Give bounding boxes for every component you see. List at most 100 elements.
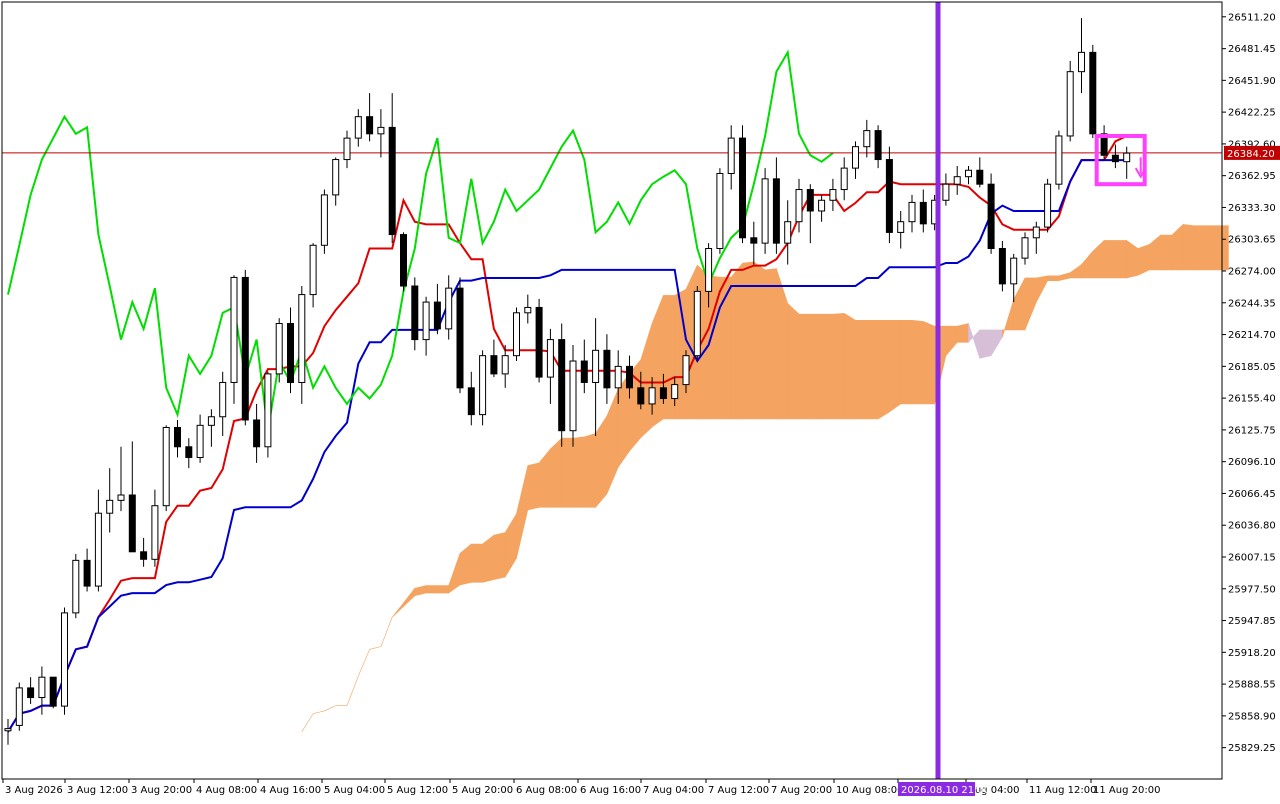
candle-body: [671, 384, 679, 400]
candle[interactable]: [264, 371, 272, 458]
kumo-segment: [437, 585, 450, 594]
candle-body: [298, 294, 306, 383]
candle-body: [1066, 71, 1074, 137]
x-tick-label: 6 Aug 08:00: [516, 785, 577, 796]
kumo-segment: [550, 437, 563, 508]
candle-body: [241, 276, 249, 421]
candle-body: [411, 285, 419, 341]
candle-body: [772, 178, 780, 244]
candle[interactable]: [693, 286, 701, 362]
candle-body: [185, 446, 193, 458]
candle-body: [219, 381, 227, 418]
candle-body: [580, 360, 588, 383]
candle-body: [806, 189, 814, 212]
kumo-segment: [821, 313, 834, 420]
kumo-segment: [1160, 234, 1173, 271]
candle[interactable]: [456, 277, 464, 394]
y-tick-label: 26185.05: [1228, 362, 1276, 373]
candle-body: [648, 387, 656, 405]
candle[interactable]: [1089, 44, 1097, 139]
candle-body: [61, 612, 68, 707]
x-tick-label: 7 Aug 04:00: [643, 785, 704, 796]
candle-body: [27, 687, 35, 699]
candle-body: [1055, 135, 1063, 185]
y-tick-label: 25829.25: [1228, 743, 1276, 754]
kumo-segment: [1216, 225, 1229, 271]
candle[interactable]: [998, 240, 1006, 292]
candle-body: [727, 137, 735, 174]
kumo-segment: [843, 312, 856, 420]
candle-body: [998, 247, 1006, 285]
candle[interactable]: [1044, 178, 1052, 233]
candle-body: [897, 221, 905, 233]
candle[interactable]: [739, 125, 746, 244]
candle-body: [15, 687, 23, 726]
y-tick-label: 25947.85: [1228, 616, 1276, 627]
candle-body: [614, 365, 622, 389]
candle-body: [705, 247, 713, 292]
candle[interactable]: [275, 318, 283, 383]
candle-body: [716, 172, 724, 249]
candle-body: [965, 169, 972, 178]
kumo-segment: [1047, 275, 1060, 281]
candle-body: [479, 355, 487, 416]
x-tick-label: 5 Aug 04:00: [324, 785, 385, 796]
candle-body: [1078, 51, 1085, 73]
y-tick-label: 26303.65: [1228, 235, 1276, 246]
candle-body: [501, 355, 509, 375]
kumo-segment: [1205, 225, 1218, 271]
candle[interactable]: [72, 553, 80, 619]
candle[interactable]: [320, 189, 328, 254]
candle[interactable]: [761, 168, 769, 254]
kumo-segment: [798, 313, 811, 420]
candle[interactable]: [716, 168, 724, 254]
ichimoku-chart[interactable]: 26511.2026481.4526451.9026422.2526392.60…: [0, 0, 1280, 800]
candle[interactable]: [400, 232, 407, 292]
candle-body: [162, 426, 170, 507]
candle[interactable]: [987, 173, 995, 254]
candle[interactable]: [513, 307, 520, 362]
candle[interactable]: [411, 277, 419, 351]
candle-body: [524, 306, 532, 314]
x-tick-label: 7 Aug 12:00: [708, 785, 769, 796]
candle[interactable]: [15, 682, 23, 731]
candle-body: [128, 494, 136, 553]
kumo-segment: [493, 532, 506, 581]
x-tick-label: 11 Aug 12:00: [1029, 785, 1096, 796]
candle[interactable]: [61, 607, 68, 715]
candle-body: [445, 287, 453, 330]
x-tick-label: 4 Aug 16:00: [260, 785, 321, 796]
candle[interactable]: [479, 350, 487, 426]
candle[interactable]: [1066, 60, 1074, 142]
x-tick-label: 10 Aug 08:00: [836, 785, 903, 796]
chart-area[interactable]: 26511.20 26481.45 26451.90 26422.25 26392.60…: [0, 0, 1280, 800]
candle-body: [795, 189, 803, 223]
candle-body: [558, 339, 566, 432]
y-tick-label: 26066.45: [1228, 489, 1276, 500]
candle-body: [94, 512, 102, 587]
candle-body: [784, 221, 792, 244]
candle[interactable]: [558, 323, 566, 447]
candle[interactable]: [1055, 130, 1063, 190]
y-tick-label: 26362.95: [1228, 171, 1276, 182]
candle-body: [196, 424, 204, 458]
candle-body: [320, 194, 328, 246]
kumo-segment: [979, 329, 992, 359]
candle[interactable]: [241, 269, 249, 426]
candle-body: [433, 301, 441, 330]
candle-body: [885, 159, 893, 233]
candle[interactable]: [535, 298, 543, 383]
kumo-segment: [877, 320, 890, 420]
kumo-segment: [956, 323, 969, 343]
y-tick-label: 25977.50: [1228, 584, 1276, 595]
candle-body: [388, 126, 396, 236]
kumo-segment: [922, 320, 935, 405]
candle[interactable]: [49, 676, 57, 709]
candle-body: [919, 201, 927, 225]
candle-body: [490, 355, 498, 375]
candle[interactable]: [162, 425, 170, 512]
x-tick-label: 5 Aug 12:00: [387, 785, 448, 796]
candle-body: [840, 167, 848, 191]
candle[interactable]: [885, 146, 893, 244]
candle-body: [49, 676, 57, 707]
